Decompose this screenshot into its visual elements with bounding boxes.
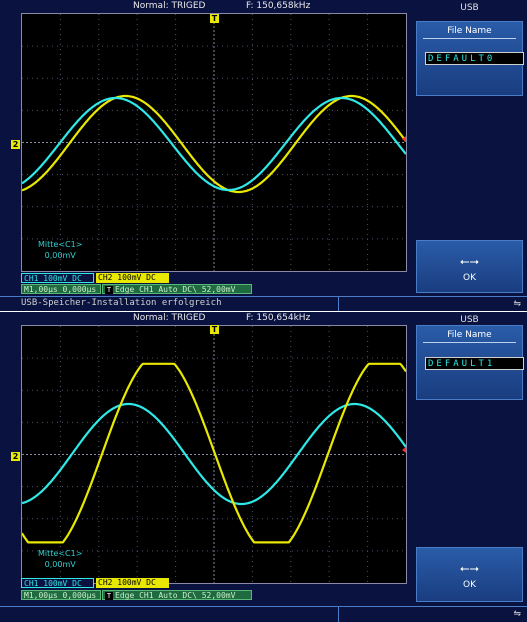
trigger-settings[interactable]: T Edge CH1 Auto DC\ 52,00mV [102, 284, 252, 294]
file-name-field[interactable]: DEFAULT0 [425, 52, 524, 65]
ch2-scale-label[interactable]: CH2 100mV DC [96, 273, 169, 283]
usb-icon: ⭠⭢ [459, 561, 480, 575]
scope-screenshot-1: Normal: TRIGED F: 150,658kHz T 2 Mitte<C… [0, 0, 527, 311]
divider [338, 297, 339, 311]
usb-menu: USB File Name DEFAULT1 ⭠⭢ OK [412, 312, 527, 622]
ok-button[interactable]: ⭠⭢ OK [416, 547, 523, 602]
file-name-label: File Name [447, 26, 492, 36]
status-bar: Normal: TRIGED F: 150,654kHz [0, 312, 410, 325]
ok-button[interactable]: ⭠⭢ OK [416, 240, 523, 293]
waveform-display [21, 325, 407, 584]
mitte-label: Mitte<C1> [38, 240, 83, 249]
usb-menu: USB File Name DEFAULT0 ⭠⭢ OK [412, 0, 527, 311]
file-name-label: File Name [447, 330, 492, 340]
message-bar: ⇋ [0, 606, 527, 622]
trigger-icon: T [105, 592, 113, 600]
cursor-readout: Mitte<C1> 0,00mV [38, 239, 82, 261]
divider [423, 342, 516, 343]
ok-label: OK [463, 580, 476, 590]
file-name-value: DEFAULT0 [428, 54, 496, 64]
menu-title: USB [460, 315, 479, 325]
trigger-position-marker: T [210, 14, 219, 23]
trigger-icon: T [105, 286, 113, 294]
waveform-canvas [22, 326, 406, 583]
divider [423, 38, 516, 39]
timebase-label[interactable]: M1,00µs 0,000µs [21, 590, 101, 600]
ch2-ground-marker: 2 [11, 452, 20, 461]
waveform-canvas [22, 14, 406, 271]
usb-connected-icon: ⇋ [513, 609, 521, 619]
frequency-readout: F: 150,658kHz [246, 1, 311, 11]
trigger-settings[interactable]: T Edge CH1 Auto DC\ 52,00mV [102, 590, 252, 600]
status-bar: Normal: TRIGED F: 150,658kHz [0, 0, 410, 13]
trigger-status: Normal: TRIGED [133, 313, 206, 323]
waveform-display [21, 13, 407, 272]
trigger-settings-text: Edge CH1 Auto DC\ 52,00mV [115, 591, 236, 600]
ok-label: OK [463, 273, 476, 283]
trigger-status: Normal: TRIGED [133, 1, 206, 11]
menu-title: USB [460, 3, 479, 13]
mitte-value: 0,00mV [44, 251, 76, 260]
ch2-ground-marker: 2 [11, 140, 20, 149]
trigger-level-marker [402, 447, 406, 453]
mitte-value: 0,00mV [44, 560, 76, 569]
usb-connected-icon: ⇋ [513, 299, 521, 309]
message-bar: USB-Speicher-Installation erfolgreich ⇋ [0, 296, 527, 311]
ch1-scale-label[interactable]: CH1 100mV DC [21, 578, 94, 588]
divider [338, 607, 339, 622]
trigger-settings-text: Edge CH1 Auto DC\ 52,00mV [115, 285, 236, 294]
timebase-label[interactable]: M1,00µs 0,000µs [21, 284, 101, 294]
ch2-scale-label[interactable]: CH2 100mV DC [96, 578, 169, 588]
file-name-field[interactable]: DEFAULT1 [425, 357, 524, 370]
cursor-readout: Mitte<C1> 0,00mV [38, 548, 82, 570]
usb-icon: ⭠⭢ [459, 254, 480, 268]
ch1-scale-label[interactable]: CH1 100mV DC [21, 273, 94, 283]
status-message: USB-Speicher-Installation erfolgreich [21, 298, 222, 308]
scope-screenshot-2: Normal: TRIGED F: 150,654kHz T 2 Mitte<C… [0, 311, 527, 622]
file-name-value: DEFAULT1 [428, 359, 496, 369]
trigger-position-marker: T [210, 325, 219, 334]
frequency-readout: F: 150,654kHz [246, 313, 311, 323]
mitte-label: Mitte<C1> [38, 549, 83, 558]
